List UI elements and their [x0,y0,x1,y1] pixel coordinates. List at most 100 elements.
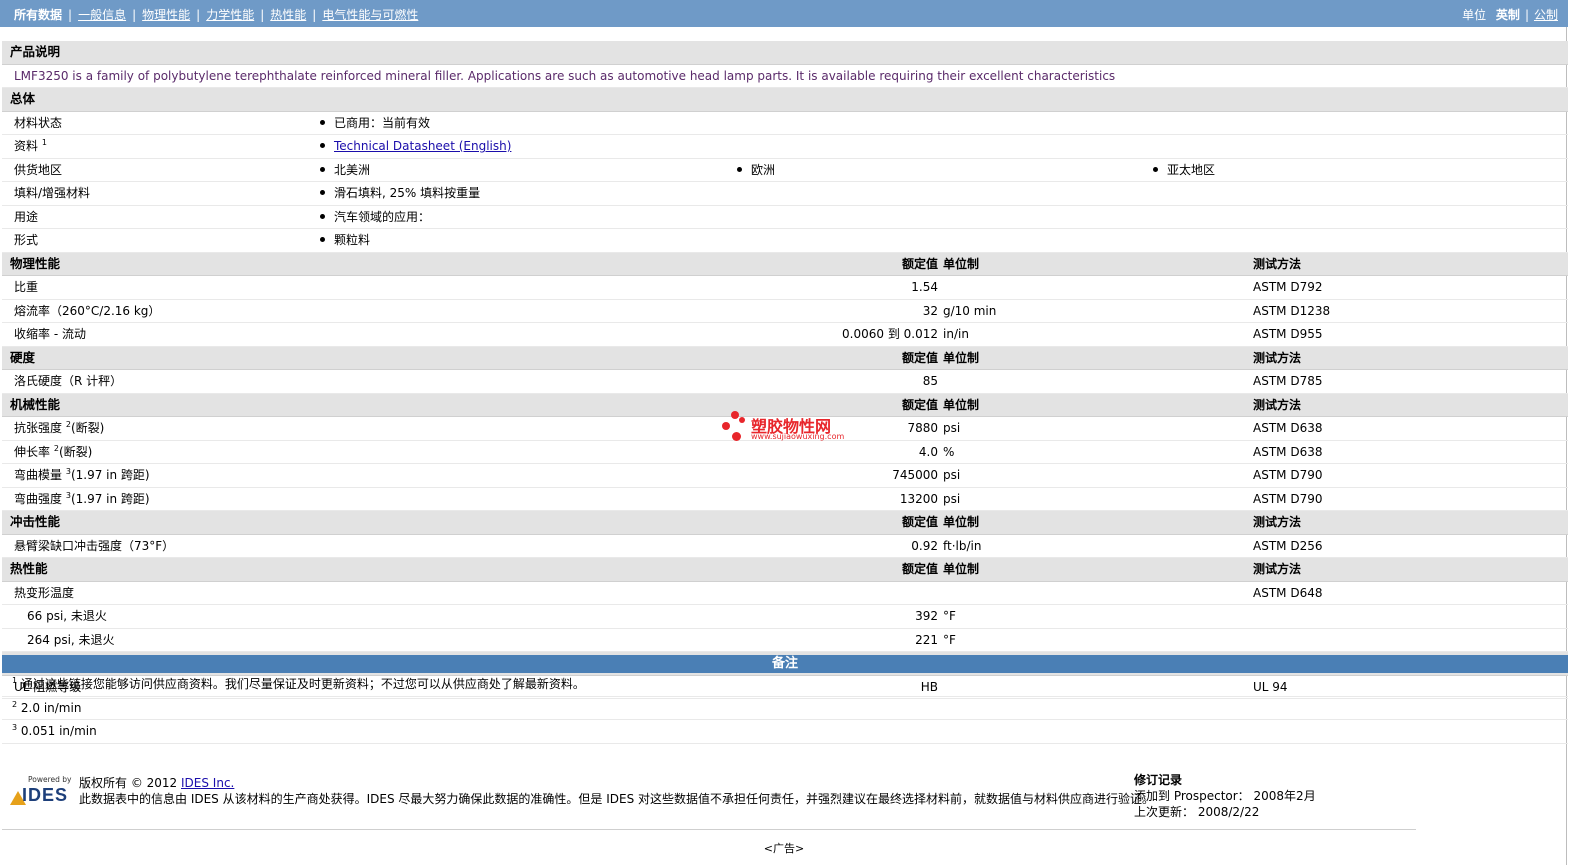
header-value: 额定值 [901,562,938,576]
bullet-icon [737,166,742,172]
ides-link[interactable]: IDES Inc. [181,776,234,790]
property-name-text: 悬臂梁缺口冲击强度（73°F） [14,538,175,553]
header-unit: 单位制 [943,256,980,271]
bullet-value: 欧洲 [737,159,775,181]
bullet-icon [1153,166,1158,172]
property-name-text: 材料状态 [14,115,63,130]
property-name: 供货地区 [14,159,62,181]
section-title: 硬度 [10,349,36,365]
nav-all-data[interactable]: 所有数据 [14,8,62,22]
ides-logo: Powered by IDES [8,775,72,809]
note-content: 1 通过这些链接您能够访问供应商资料。我们尽量保证及时更新资料；不过您可以从供应… [12,673,585,695]
header-value: 额定值 [901,350,938,365]
property-unit: °F [943,609,956,623]
updated-label: 上次更新： [1134,805,1195,819]
test-method: ASTM D790 [1253,491,1323,506]
header-unit: 单位制 [943,562,980,576]
notes-header: 备注 [2,655,1568,673]
property-name: 伸长率 2(断裂) [14,441,92,463]
property-unit: psi [943,468,961,482]
property-name-text: 资料 [14,139,39,153]
property-row: 熔流率（260°C/2.16 kg） 32 g/10 min ASTM D1238 [2,300,1568,323]
header-method: 测试方法 [1253,256,1302,271]
watermark-dot-icon [722,422,730,430]
note-content: 3 0.051 in/min [12,720,97,742]
revision-title: 修订记录 [1134,773,1183,787]
general-row: 用途 汽车领域的应用： [2,206,1568,229]
property-row: 收缩率 - 流动 0.0060 到 0.012 in/in ASTM D955 [2,323,1568,347]
property-row: 264 psi, 未退火 221 °F [2,629,1568,652]
nav-electrical-flammability[interactable]: 电气性能与可燃性 [322,8,418,22]
property-condition: (断裂) [70,421,105,435]
nav-mechanical[interactable]: 力学性能 [206,8,254,22]
property-unit: psi [943,421,961,435]
property-condition: (断裂) [58,444,93,459]
property-name: 材料状态 [14,112,62,134]
logo-text: IDES [22,785,69,805]
nav-thermal[interactable]: 热性能 [270,8,306,22]
nav-general-info[interactable]: 一般信息 [78,8,126,22]
general-row: 供货地区 北美洲 欧洲 亚太地区 [2,159,1568,182]
bullet-text: 汽车领域的应用： [334,209,431,224]
property-value: 85 [922,374,938,388]
bullet-value: 颗粒料 [320,229,370,251]
property-value: 1.54 [911,280,938,294]
bullet-icon [320,166,325,172]
header-value: 额定值 [901,515,938,529]
section-header-thermal: 热性能 额定值 单位制 测试方法 [2,558,1568,582]
bullet-value: 亚太地区 [1153,159,1215,181]
bullet-icon [320,237,325,242]
property-name-text: 比重 [14,280,39,294]
test-method: ASTM D648 [1253,585,1323,600]
bullet-value: 北美洲 [320,159,370,181]
test-method: ASTM D955 [1253,327,1323,341]
general-row: 填料/增强材料 滑石填料, 25% 填料按重量 [2,182,1568,206]
property-name-text: 热变形温度 [14,585,75,600]
test-method: ASTM D785 [1253,374,1323,388]
nav-separator: | [132,8,137,22]
unit-english[interactable]: 英制 [1496,8,1520,22]
bullet-icon [320,119,325,125]
section-header-physical: 物理性能 额定值 单位制 测试方法 [2,252,1568,276]
note-number: 1 [12,676,18,685]
header-method: 测试方法 [1253,397,1302,412]
watermark-url: www.sujiaowuxing.com [751,432,845,441]
property-name: 收缩率 - 流动 [14,323,86,345]
note-text: 通过这些链接您能够访问供应商资料。我们尽量保证及时更新资料；不过您可以从供应商处… [20,677,585,691]
property-name: 热变形温度 [14,582,74,604]
property-value: 13200 [899,491,938,506]
unit-switcher: 单位 英制 | 公制 [1462,6,1558,23]
bullet-icon [320,190,325,195]
property-unit: % [943,444,955,459]
note-number: 2 [12,699,18,709]
notes-list: 1 通过这些链接您能够访问供应商资料。我们尽量保证及时更新资料；不过您可以从供应… [2,673,1568,744]
property-name-text: 264 psi, 未退火 [27,632,115,647]
product-description-row: LMF3250 is a family of polybutylene tere… [2,65,1568,88]
note-item: 1 通过这些链接您能够访问供应商资料。我们尽量保证及时更新资料；不过您可以从供应… [2,673,1568,697]
header-unit: 单位制 [943,515,980,529]
property-name-text: 弯曲模量 [14,468,63,482]
unit-metric[interactable]: 公制 [1534,8,1558,22]
section-nav: 所有数据 | 一般信息 | 物理性能 | 力学性能 | 热性能 | 电气性能与可燃性 [14,6,418,23]
property-row: 比重 1.54 ASTM D792 [2,276,1568,300]
property-name: 比重 [14,276,38,298]
section-title: 冲击性能 [10,514,61,529]
disclaimer-text: 此数据表中的信息由 IDES 从该材料的生产商处获得。IDES 尽最大努力确保此… [79,792,1155,806]
test-method: ASTM D256 [1253,538,1323,553]
nav-physical[interactable]: 物理性能 [142,8,190,22]
watermark-dot-icon [732,432,741,441]
datasheet-link[interactable]: Technical Datasheet (English) [334,139,511,153]
property-name-text: 抗张强度 [14,421,63,435]
test-method: ASTM D638 [1253,421,1323,435]
header-unit: 单位制 [943,350,980,365]
property-value: 4.0 [918,444,938,459]
header-value: 额定值 [901,256,938,271]
watermark-dot-icon [739,417,745,423]
property-name: 悬臂梁缺口冲击强度（73°F） [14,535,174,557]
section-title: 总体 [10,91,36,106]
bullet-value: 汽车领域的应用： [320,206,430,228]
ad-label: <广告> [763,842,805,855]
nav-separator: | [196,8,201,22]
property-value: 221 [915,632,938,647]
property-row: 弯曲模量 3(1.97 in 跨距) 745000 psi ASTM D790 [2,464,1568,488]
